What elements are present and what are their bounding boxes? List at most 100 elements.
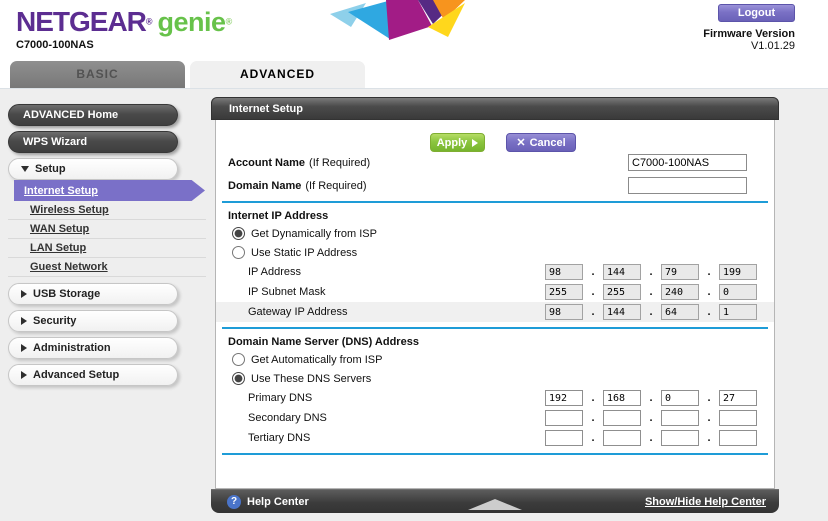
help-center-label: Help Center — [247, 496, 309, 508]
primary-dns-octet-4[interactable] — [719, 390, 757, 406]
sidebar-item-setup[interactable]: Setup — [8, 158, 178, 180]
primary-dns-octets: ... — [545, 390, 757, 406]
sidebar-item-label: Setup — [35, 163, 66, 175]
octet-separator: . — [583, 432, 603, 444]
primary-dns-row: Primary DNS ... — [216, 388, 774, 408]
subnet-octet-1[interactable] — [545, 284, 583, 300]
octet-separator: . — [583, 392, 603, 404]
sidebar-item-guest-network[interactable]: Guest Network — [8, 258, 206, 277]
octet-separator: . — [699, 432, 719, 444]
subnet-octet-3[interactable] — [661, 284, 699, 300]
account-name-label: Account Name(If Required) — [216, 157, 370, 169]
sidebar-item-advanced-home[interactable]: ADVANCED Home — [8, 104, 178, 126]
firmware-version-value: V1.01.29 — [751, 40, 795, 52]
show-hide-help-center-link[interactable]: Show/Hide Help Center — [645, 496, 766, 508]
secondary-dns-octet-4[interactable] — [719, 410, 757, 426]
octet-separator: . — [641, 266, 661, 278]
collapse-arrow-icon[interactable] — [468, 499, 522, 510]
ip-address-octet-4[interactable] — [719, 264, 757, 280]
primary-dns-octet-1[interactable] — [545, 390, 583, 406]
secondary-dns-octet-1[interactable] — [545, 410, 583, 426]
gateway-ip-octets: ... — [545, 304, 757, 320]
cancel-button[interactable]: ✕ Cancel — [506, 133, 576, 152]
help-center-bar: ? Help Center Show/Hide Help Center — [211, 489, 779, 513]
sidebar-item-advanced-setup[interactable]: Advanced Setup — [8, 364, 178, 386]
tab-basic[interactable]: BASIC — [10, 61, 185, 88]
internet-setup-panel: Internet Setup Apply ✕ Cancel Account Na… — [211, 97, 779, 513]
radio-label: Get Dynamically from ISP — [251, 228, 377, 240]
secondary-dns-octet-3[interactable] — [661, 410, 699, 426]
firmware-version-block: Firmware Version V1.01.29 — [703, 28, 795, 52]
panel-body: Apply ✕ Cancel Account Name(If Required)… — [215, 120, 775, 489]
sidebar-item-wireless-setup[interactable]: Wireless Setup — [8, 201, 206, 220]
sidebar-item-label: LAN Setup — [30, 242, 86, 254]
domain-name-input[interactable] — [628, 177, 747, 194]
domain-name-label: Domain Name(If Required) — [216, 180, 367, 192]
secondary-dns-row: Secondary DNS ... — [216, 408, 774, 428]
octet-separator: . — [641, 286, 661, 298]
ip-subnet-mask-row: IP Subnet Mask ... — [216, 282, 774, 302]
router-model-label: C7000-100NAS — [16, 39, 94, 51]
use-static-ip-radio[interactable] — [232, 246, 245, 259]
tertiary-dns-octet-4[interactable] — [719, 430, 757, 446]
tertiary-dns-octet-3[interactable] — [661, 430, 699, 446]
subnet-octet-4[interactable] — [719, 284, 757, 300]
registered-mark-icon: ® — [226, 17, 233, 27]
ip-address-octet-3[interactable] — [661, 264, 699, 280]
tertiary-dns-octet-1[interactable] — [545, 430, 583, 446]
gateway-ip-row: Gateway IP Address ... — [216, 302, 774, 322]
sidebar-item-lan-setup[interactable]: LAN Setup — [8, 239, 206, 258]
gateway-octet-1[interactable] — [545, 304, 583, 320]
dns-manual-radio[interactable] — [232, 372, 245, 385]
dns-auto-radio[interactable] — [232, 353, 245, 366]
question-mark-icon: ? — [227, 495, 241, 509]
octet-separator: . — [699, 286, 719, 298]
triangle-right-icon — [21, 290, 27, 298]
radio-label: Use Static IP Address — [251, 247, 357, 259]
primary-dns-octet-2[interactable] — [603, 390, 641, 406]
triangle-right-icon — [21, 317, 27, 325]
gateway-octet-3[interactable] — [661, 304, 699, 320]
action-button-row: Apply ✕ Cancel — [216, 120, 774, 153]
sidebar-item-label: ADVANCED Home — [23, 109, 118, 121]
account-name-row: Account Name(If Required) — [216, 153, 774, 173]
tab-advanced[interactable]: ADVANCED — [190, 61, 365, 88]
section-divider — [222, 453, 768, 455]
ip-address-octet-2[interactable] — [603, 264, 641, 280]
logout-button[interactable]: Logout — [718, 4, 795, 22]
octet-separator: . — [641, 306, 661, 318]
gateway-octet-4[interactable] — [719, 304, 757, 320]
dns-heading: Domain Name Server (DNS) Address — [216, 329, 774, 350]
account-name-input[interactable] — [628, 154, 747, 171]
apply-button-label: Apply — [437, 137, 468, 149]
sidebar-item-administration[interactable]: Administration — [8, 337, 178, 359]
sidebar-item-label: Internet Setup — [24, 185, 98, 197]
get-dynamically-radio[interactable] — [232, 227, 245, 240]
help-center-button[interactable]: ? Help Center — [211, 495, 309, 509]
triangle-right-icon — [472, 139, 478, 147]
ip-address-octet-1[interactable] — [545, 264, 583, 280]
gateway-octet-2[interactable] — [603, 304, 641, 320]
primary-dns-octet-3[interactable] — [661, 390, 699, 406]
primary-dns-label: Primary DNS — [216, 392, 312, 404]
ip-address-octets: ... — [545, 264, 757, 280]
radio-row-get-dynamically: Get Dynamically from ISP — [216, 224, 774, 243]
tertiary-dns-octet-2[interactable] — [603, 430, 641, 446]
octet-separator: . — [699, 392, 719, 404]
subnet-octet-2[interactable] — [603, 284, 641, 300]
sidebar-item-wps-wizard[interactable]: WPS Wizard — [8, 131, 178, 153]
sidebar-item-label: USB Storage — [33, 288, 100, 300]
sidebar-item-label: Advanced Setup — [33, 369, 119, 381]
genie-wordmark: genie — [158, 7, 226, 37]
sidebar-item-usb-storage[interactable]: USB Storage — [8, 283, 178, 305]
sidebar-item-wan-setup[interactable]: WAN Setup — [8, 220, 206, 239]
sidebar-item-internet-setup[interactable]: Internet Setup — [14, 180, 205, 201]
netgear-genie-logo: NETGEAR®genie® — [16, 6, 232, 38]
sidebar-item-security[interactable]: Security — [8, 310, 178, 332]
radio-row-use-static: Use Static IP Address — [216, 243, 774, 262]
domain-name-row: Domain Name(If Required) — [216, 176, 774, 196]
account-name-hint: (If Required) — [309, 157, 370, 169]
apply-button[interactable]: Apply — [430, 133, 485, 152]
secondary-dns-octet-2[interactable] — [603, 410, 641, 426]
radio-row-dns-auto: Get Automatically from ISP — [216, 350, 774, 369]
